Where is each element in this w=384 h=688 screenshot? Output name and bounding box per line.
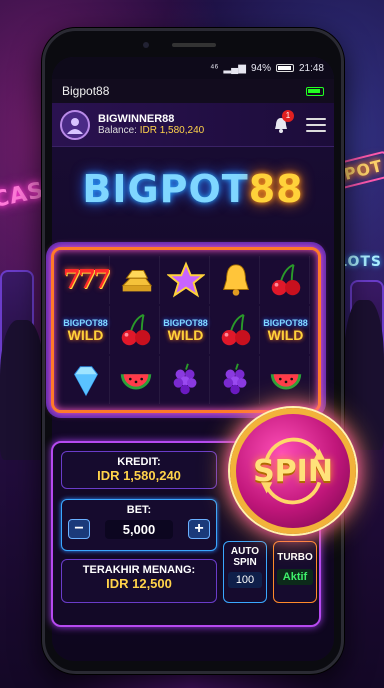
reel-symbol-wild-icon: BIGPOT88 WILD: [262, 306, 310, 354]
user-balance: Balance: IDR 1,580,240: [98, 125, 262, 136]
user-info: BIGWINNER88 Balance: IDR 1,580,240: [98, 113, 262, 136]
kredit-value: IDR 1,580,240: [97, 468, 181, 483]
last-win-value: IDR 12,500: [106, 576, 172, 591]
notification-button[interactable]: 1: [270, 109, 294, 136]
slot-reels-frame: 777 BIGPOT88 WILD BIGPOT88 WILD BIGPOT88 WILD: [51, 247, 321, 413]
status-time: 21:48: [298, 62, 324, 74]
hamburger-menu-icon[interactable]: [306, 117, 326, 132]
last-win-box: TERAKHIR MENANG: IDR 12,500: [61, 559, 217, 603]
reel-symbol-watermelon-icon: [262, 356, 310, 404]
bet-label: BET:: [126, 504, 152, 516]
spin-arrows-icon: [261, 437, 325, 505]
app-title: Bigpot88: [62, 84, 110, 98]
signal-icon: ⁴⁶: [210, 62, 219, 74]
reel-symbol-grapes-icon: [212, 356, 260, 404]
reel-symbol-wild-icon: BIGPOT88 WILD: [162, 306, 210, 354]
turbo-status: Aktif: [277, 569, 313, 585]
username: BIGWINNER88: [98, 113, 175, 125]
reel-symbol-star-icon: [162, 256, 210, 304]
spin-button[interactable]: SPIN: [230, 408, 356, 534]
slot-reels-grid: 777 BIGPOT88 WILD BIGPOT88 WILD BIGPOT88 WILD: [62, 256, 310, 404]
reel-symbol-wild-icon: BIGPOT88 WILD: [62, 306, 110, 354]
reel-symbol-grapes-icon: [162, 356, 210, 404]
kredit-label: KREDIT:: [117, 456, 161, 468]
reel-symbol-diamond-icon: [62, 356, 110, 404]
auto-spin-count: 100: [228, 572, 262, 589]
auto-spin-button[interactable]: AUTO SPIN 100: [223, 541, 267, 603]
reel-symbol-cherries-icon: [112, 306, 160, 354]
game-logo: BIGPOT88: [82, 167, 304, 211]
bet-increase-button[interactable]: +: [187, 519, 210, 539]
balance-label: Balance:: [98, 125, 137, 136]
bet-box: BET: − 5,000 +: [61, 499, 217, 551]
balance-value: IDR 1,580,240: [139, 125, 205, 136]
avatar[interactable]: [60, 109, 90, 140]
phone-frame: ⁴⁶ ▂▄▆ 94% 21:48 Bigpot88 BIGWINNER88 Ba…: [42, 28, 344, 674]
last-win-label: TERAKHIR MENANG:: [82, 564, 196, 576]
reel-symbol-bell-icon: [212, 256, 260, 304]
reel-symbol-cherries-icon: [262, 256, 310, 304]
bet-value: 5,000: [104, 519, 174, 539]
earpiece-speaker: [172, 43, 216, 47]
reel-symbol-watermelon-icon: [112, 356, 160, 404]
auto-spin-label-2: SPIN: [233, 557, 257, 568]
battery-percent: 94%: [250, 62, 271, 74]
status-bar: ⁴⁶ ▂▄▆ 94% 21:48: [52, 57, 334, 79]
reel-symbol-cherries-icon: [212, 306, 260, 354]
notification-badge: 1: [282, 109, 294, 122]
app-battery-icon: [306, 86, 324, 96]
app-title-bar: Bigpot88: [52, 79, 334, 103]
kredit-box: KREDIT: IDR 1,580,240: [61, 451, 217, 489]
reel-symbol-gold-bars-icon: [112, 256, 160, 304]
turbo-button[interactable]: TURBO Aktif: [273, 541, 317, 603]
front-camera: [143, 42, 149, 48]
bet-decrease-button[interactable]: −: [68, 519, 90, 539]
battery-icon: [275, 64, 294, 72]
bars-icon: ▂▄▆: [223, 62, 246, 74]
player-silhouette-right: [344, 300, 384, 450]
turbo-label: TURBO: [277, 552, 313, 563]
player-silhouette-left: [0, 320, 44, 460]
user-header: BIGWINNER88 Balance: IDR 1,580,240 1: [52, 103, 334, 147]
reel-symbol-seven-icon: 777: [62, 256, 111, 304]
auto-spin-label-1: AUTO: [230, 546, 260, 557]
user-icon: [67, 117, 83, 134]
